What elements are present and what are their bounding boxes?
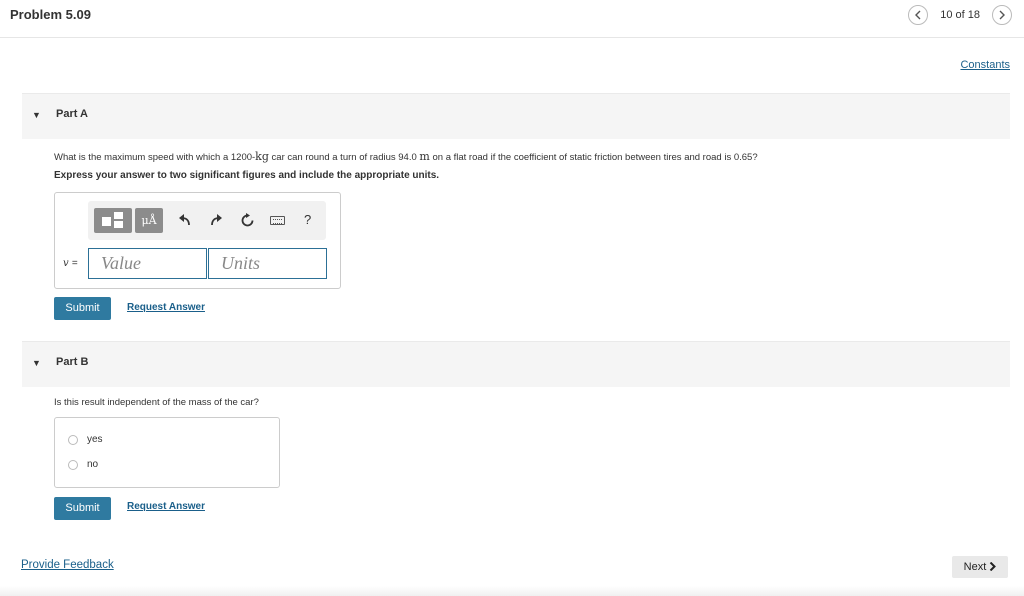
part-a-request-answer-link[interactable]: Request Answer <box>127 302 205 313</box>
value-input[interactable]: Value <box>88 248 207 279</box>
part-a-label: Part A <box>56 108 88 120</box>
constants-link[interactable]: Constants <box>960 59 1010 71</box>
top-bar: Problem 5.09 10 of 18 <box>0 0 1024 38</box>
units-input[interactable]: Units <box>208 248 327 279</box>
chevron-right-icon <box>999 10 1005 20</box>
redo-icon[interactable] <box>209 213 223 227</box>
templates-icon-part <box>114 221 123 228</box>
variable-label: v = <box>63 258 78 269</box>
part-b-question: Is this result independent of the mass o… <box>54 397 259 408</box>
reset-icon[interactable] <box>240 213 255 228</box>
problem-pager: 10 of 18 <box>908 5 1012 25</box>
kg-unit: kg <box>255 150 269 163</box>
provide-feedback-link[interactable]: Provide Feedback <box>21 559 114 571</box>
option-yes[interactable]: yes <box>68 434 103 445</box>
question-text-2: car can round a turn of radius 94.0 <box>268 152 420 163</box>
option-label: no <box>87 459 99 470</box>
part-a-header[interactable]: ▼ Part A <box>22 93 1010 139</box>
part-b-label: Part B <box>56 356 89 368</box>
undo-icon[interactable] <box>178 213 192 227</box>
part-b-request-answer-link[interactable]: Request Answer <box>127 501 205 512</box>
previous-problem-button[interactable] <box>908 5 929 25</box>
next-problem-button[interactable] <box>992 5 1012 25</box>
units-button[interactable]: μÅ <box>135 208 163 233</box>
templates-icon <box>102 217 111 226</box>
question-text-1: What is the maximum speed with which a 1… <box>54 152 256 163</box>
m-unit: m <box>419 150 430 163</box>
part-b-header[interactable]: ▼ Part B <box>22 341 1010 387</box>
part-b-submit-button[interactable]: Submit <box>54 497 111 520</box>
caret-down-icon: ▼ <box>32 110 41 120</box>
templates-button[interactable] <box>94 208 132 233</box>
pager-text: 10 of 18 <box>940 9 980 21</box>
page-bottom-edge <box>0 586 1024 596</box>
option-label: yes <box>87 434 103 445</box>
math-toolbar: μÅ ? <box>88 201 326 240</box>
part-a-question: What is the maximum speed with which a 1… <box>54 150 758 163</box>
next-button[interactable]: Next <box>952 556 1008 578</box>
radio-no[interactable] <box>68 459 78 470</box>
help-button[interactable]: ? <box>304 212 311 227</box>
chevron-left-icon <box>915 10 921 20</box>
option-no[interactable]: no <box>68 459 98 470</box>
problem-title: Problem 5.09 <box>10 7 91 22</box>
radio-yes[interactable] <box>68 434 78 445</box>
caret-down-icon: ▼ <box>32 358 41 368</box>
answer-box: μÅ ? v = Value Units <box>54 192 341 289</box>
part-a-instruction: Express your answer to two significant f… <box>54 170 440 181</box>
multiple-choice-box: yes no <box>54 417 280 488</box>
variable-symbol: v <box>63 258 69 269</box>
templates-icon-part <box>114 212 123 219</box>
part-a-submit-button[interactable]: Submit <box>54 297 111 320</box>
next-label: Next <box>963 561 987 573</box>
keyboard-icon[interactable] <box>270 216 285 225</box>
chevron-right-icon <box>990 561 997 572</box>
equals-sign: = <box>71 258 78 269</box>
question-text-3: on a flat road if the coefficient of sta… <box>429 152 758 163</box>
